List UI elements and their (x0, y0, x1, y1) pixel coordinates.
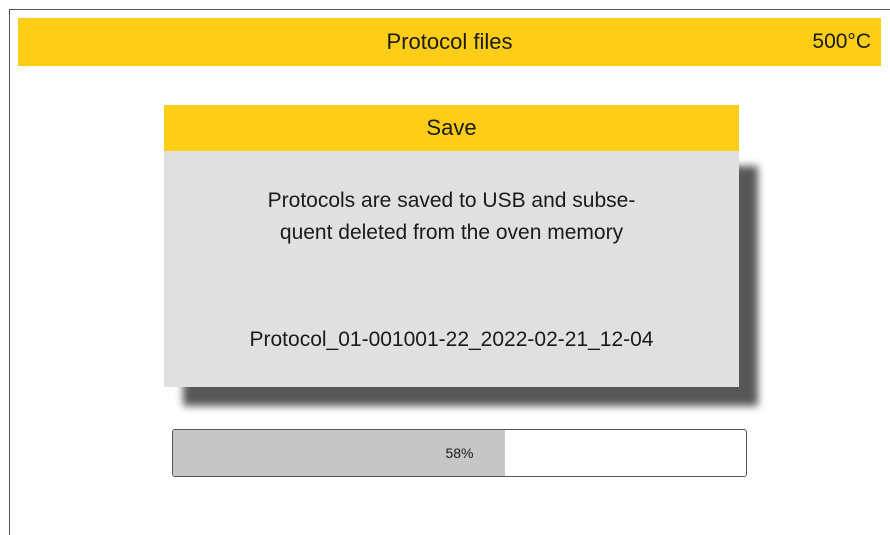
dialog-message-line1: Protocols are saved to USB and subse- (267, 189, 636, 212)
dialog-title: Save (164, 105, 739, 151)
temperature-readout: 500°C (812, 30, 871, 53)
protocol-filename: Protocol_01-001001-22_2022-02-21_12-04 (249, 328, 654, 351)
title-bar: Protocol files 500°C (18, 18, 881, 66)
progress-bar: 58% (172, 429, 747, 477)
progress-label: 58% (445, 445, 474, 461)
save-dialog: Save Protocols are saved to USB and subs… (164, 105, 739, 387)
page-title: Protocol files (386, 29, 513, 54)
dialog-message-line2: quent deleted from the oven memory (279, 221, 624, 244)
